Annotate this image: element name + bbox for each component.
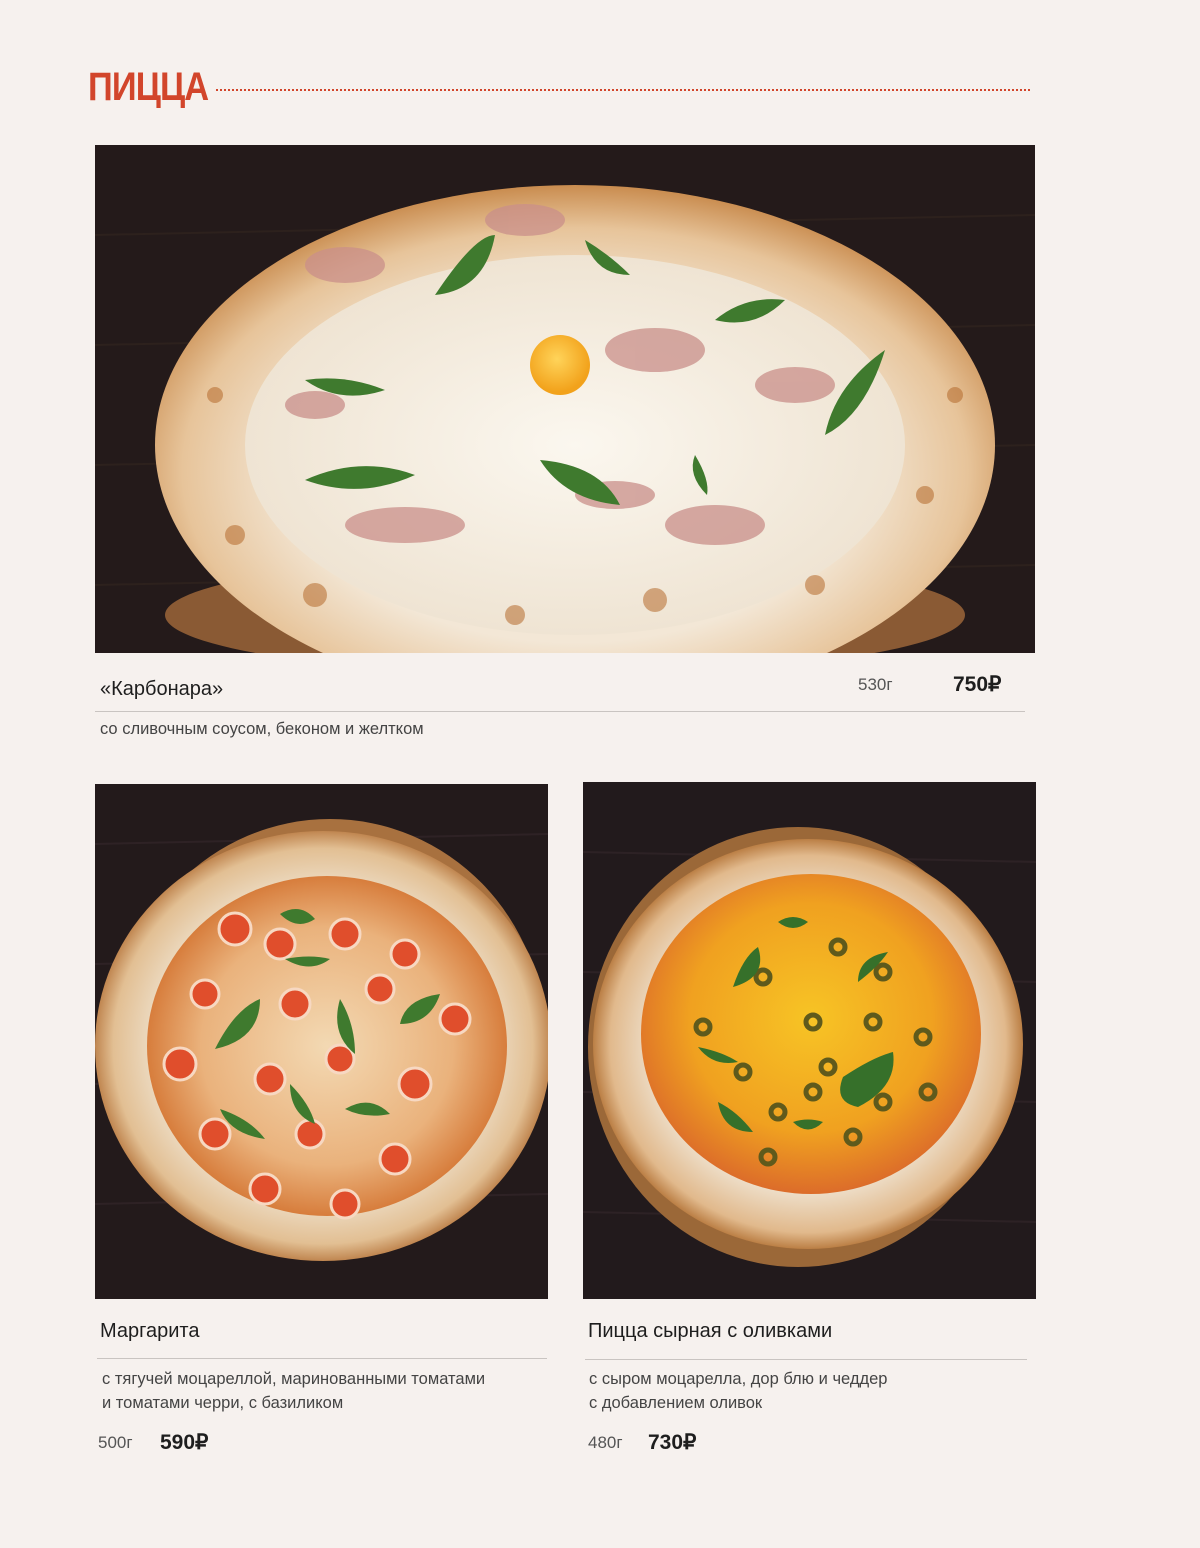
item-description-line: и томатами черри, с базиликом <box>102 1394 344 1412</box>
item-name: Пицца сырная с оливками <box>588 1320 833 1342</box>
item-weight: 530г <box>858 675 893 694</box>
item-weight: 500г <box>98 1433 133 1452</box>
item-description: со сливочным соусом, беконом и желтком <box>100 720 424 738</box>
section-header: ПИЦЦА <box>88 62 1030 112</box>
item-price: 750₽ <box>953 673 1002 696</box>
item-divider <box>585 1359 1027 1360</box>
item-divider <box>95 711 1025 712</box>
pizza-margarita-illustration <box>95 784 548 1299</box>
item-name: «Карбонара» <box>100 678 224 700</box>
item-description-line: с тягучей моцареллой, маринованными тома… <box>102 1370 486 1388</box>
item-divider <box>97 1358 547 1359</box>
item-price: 590₽ <box>160 1431 209 1454</box>
pizza-carbonara-illustration <box>95 145 1035 653</box>
pizza-carbonara-photo <box>95 145 1035 653</box>
item-description: с сыром моцарелла, дор блю и чеддер с до… <box>589 1367 1029 1415</box>
section-title: ПИЦЦА <box>88 64 209 109</box>
item-description-line: с добавлением оливок <box>589 1394 763 1412</box>
pizza-margarita-photo <box>95 784 548 1299</box>
pizza-cheese-olives-photo <box>583 782 1036 1299</box>
item-price: 730₽ <box>648 1431 697 1454</box>
item-name: Маргарита <box>100 1320 200 1342</box>
item-description: с тягучей моцареллой, маринованными тома… <box>102 1367 562 1415</box>
menu-page: ПИЦЦА «Карбонара» 530г 750₽ со сливочным… <box>0 0 1200 1548</box>
item-description-line: с сыром моцарелла, дор блю и чеддер <box>589 1370 888 1388</box>
pizza-cheese-olives-illustration <box>583 782 1036 1299</box>
dotted-divider <box>215 89 1030 91</box>
item-weight: 480г <box>588 1433 623 1452</box>
